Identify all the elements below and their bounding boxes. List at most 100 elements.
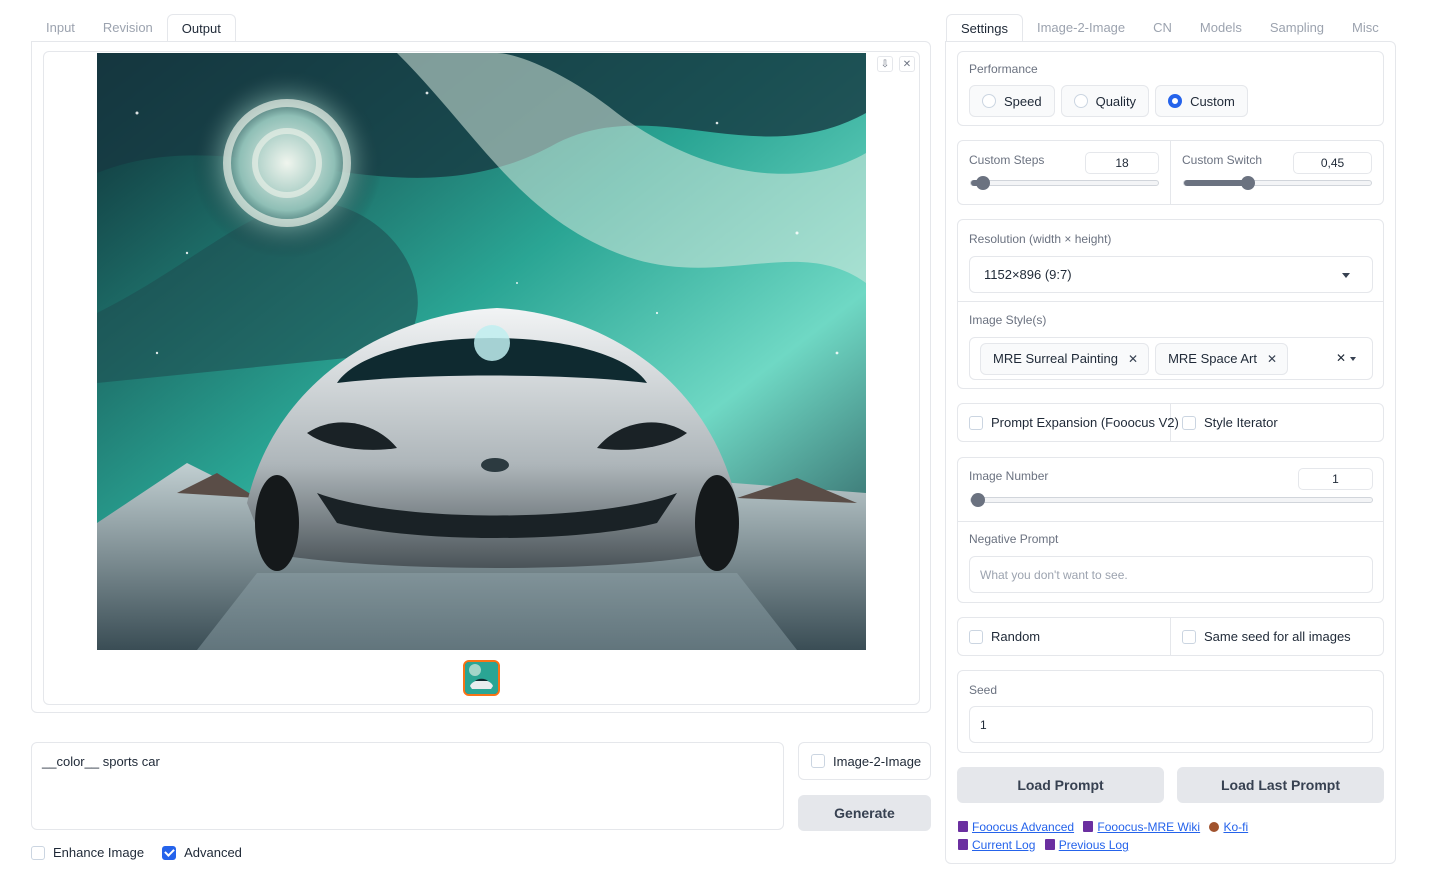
custom-switch-slider[interactable] (1183, 176, 1372, 190)
random-label: Random (991, 629, 1041, 644)
performance-label: Performance (969, 62, 1038, 76)
generate-button[interactable]: Generate (798, 795, 931, 831)
seed-input[interactable]: 1 (969, 706, 1373, 743)
radio-dot (982, 94, 996, 108)
style-chip: MRE Space Art ✕ (1155, 342, 1288, 375)
link-fooocus-advanced[interactable]: Fooocus Advanced (972, 820, 1074, 834)
generated-image[interactable] (97, 53, 866, 650)
thumbnail-svg (465, 662, 498, 694)
tab-output[interactable]: Output (166, 14, 236, 42)
performance-quality[interactable]: Quality (1060, 85, 1150, 117)
coffee-icon (1209, 822, 1220, 832)
image-number-slider[interactable] (970, 493, 1373, 507)
tab-misc[interactable]: Misc (1338, 14, 1393, 42)
same-seed-option[interactable]: Same seed for all images (1182, 629, 1351, 644)
clear-all-icon[interactable]: ✕ (1336, 351, 1346, 365)
link-fooocus-mre-wiki[interactable]: Fooocus-MRE Wiki (1097, 820, 1200, 834)
same-seed-checkbox[interactable] (1182, 629, 1196, 644)
radio-label: Quality (1095, 93, 1137, 109)
prompt-expansion-option[interactable]: Prompt Expansion (Fooocus V2) (969, 415, 1179, 430)
image-thumbnail[interactable] (463, 660, 500, 696)
resolution-value: 1152×896 (9:7) (984, 267, 1072, 282)
custom-steps-knob[interactable] (976, 176, 990, 190)
resolution-style-block: Resolution (width × height) 1152×896 (9:… (957, 219, 1384, 389)
link-current-log[interactable]: Current Log (972, 838, 1035, 852)
same-seed-label: Same seed for all images (1204, 629, 1351, 644)
right-tab-bar: Settings Image-2-Image CN Models Samplin… (946, 14, 1393, 42)
performance-speed[interactable]: Speed (969, 85, 1055, 117)
image-number-input[interactable]: 1 (1298, 468, 1373, 490)
custom-switch-fill (1184, 180, 1248, 186)
negative-prompt-label: Negative Prompt (969, 532, 1059, 546)
chip-label: MRE Surreal Painting (993, 351, 1118, 366)
resolution-select[interactable]: 1152×896 (9:7) (969, 256, 1373, 293)
radio-label: Speed (1004, 93, 1042, 109)
gallery-toolbar: ⇩ ✕ (877, 56, 915, 72)
tab-cn[interactable]: CN (1139, 14, 1186, 42)
seed-label: Seed (969, 683, 998, 697)
download-icon[interactable]: ⇩ (877, 56, 893, 72)
custom-switch-label: Custom Switch (1182, 153, 1263, 167)
image-styles-multiselect[interactable]: MRE Surreal Painting ✕ MRE Space Art ✕ ✕ (969, 337, 1373, 380)
image-gallery: ⇩ ✕ (43, 51, 920, 705)
tab-input[interactable]: Input (32, 14, 89, 42)
radio-dot (1073, 94, 1088, 108)
custom-switch-knob[interactable] (1241, 176, 1255, 190)
tab-models[interactable]: Models (1186, 14, 1256, 42)
left-tab-bar: Input Revision Output (32, 14, 236, 42)
prompt-expansion-label: Prompt Expansion (Fooocus V2) (991, 415, 1179, 430)
link-ko-fi[interactable]: Ko-fi (1223, 820, 1248, 834)
footer-links: Fooocus Advanced Fooocus-MRE Wiki Ko-fi … (958, 818, 1254, 854)
random-checkbox[interactable] (969, 629, 983, 644)
book-icon (958, 821, 968, 832)
tab-revision[interactable]: Revision (89, 14, 167, 42)
enhance-image-label: Enhance Image (53, 845, 145, 860)
enhance-image-option[interactable]: Enhance Image (31, 845, 144, 860)
close-icon[interactable]: ✕ (1128, 352, 1138, 366)
custom-switch-input[interactable]: 0,45 (1293, 152, 1372, 174)
advanced-label: Advanced (184, 845, 242, 860)
negative-prompt-placeholder: What you don't want to see. (980, 567, 1128, 582)
tab-sampling[interactable]: Sampling (1256, 14, 1338, 42)
advanced-checkbox[interactable] (162, 845, 177, 860)
enhance-image-checkbox[interactable] (31, 845, 45, 860)
radio-dot-selected (1168, 94, 1183, 108)
book-icon (958, 839, 968, 850)
prompt-input[interactable]: __color__ sports car (31, 742, 784, 830)
divider (1170, 618, 1171, 655)
load-prompt-button[interactable]: Load Prompt (957, 767, 1164, 803)
close-icon[interactable]: ✕ (1267, 352, 1277, 366)
style-iterator-option[interactable]: Style Iterator (1182, 415, 1278, 430)
seed-block: Seed 1 (957, 670, 1384, 753)
style-chip: MRE Surreal Painting ✕ (980, 342, 1150, 375)
chevron-down-icon[interactable] (1350, 357, 1356, 361)
performance-custom[interactable]: Custom (1155, 85, 1248, 117)
performance-block: Performance Speed Quality Custom (957, 51, 1384, 126)
tab-image2image[interactable]: Image-2-Image (1023, 14, 1139, 42)
negative-prompt-input[interactable]: What you don't want to see. (969, 556, 1373, 593)
generated-image-svg (97, 53, 866, 650)
image2image-checkbox[interactable] (811, 754, 825, 768)
image2image-toggle[interactable]: Image-2-Image (798, 742, 931, 780)
random-option[interactable]: Random (969, 629, 1040, 644)
output-panel: ⇩ ✕ (31, 41, 931, 713)
custom-steps-label: Custom Steps (969, 153, 1045, 167)
divider (1170, 141, 1171, 204)
image2image-label: Image-2-Image (833, 753, 922, 769)
style-iterator-checkbox[interactable] (1182, 415, 1196, 430)
load-last-prompt-button[interactable]: Load Last Prompt (1177, 767, 1384, 803)
image-number-knob[interactable] (971, 493, 985, 507)
custom-steps-input[interactable]: 18 (1085, 152, 1159, 174)
chip-label: MRE Space Art (1168, 351, 1257, 366)
link-previous-log[interactable]: Previous Log (1059, 838, 1129, 852)
prompt-expansion-checkbox[interactable] (969, 415, 983, 430)
tab-settings[interactable]: Settings (946, 14, 1023, 42)
style-iterator-label: Style Iterator (1204, 415, 1278, 430)
steps-switch-block: Custom Steps 18 Custom Switch 0,45 (957, 140, 1384, 205)
seed-options-block: Random Same seed for all images (957, 617, 1384, 656)
performance-radio-group: Speed Quality Custom (969, 85, 1372, 117)
custom-steps-slider[interactable] (970, 176, 1159, 190)
advanced-option[interactable]: Advanced (162, 845, 242, 860)
close-icon[interactable]: ✕ (899, 56, 915, 72)
chevron-down-icon (1342, 273, 1350, 278)
